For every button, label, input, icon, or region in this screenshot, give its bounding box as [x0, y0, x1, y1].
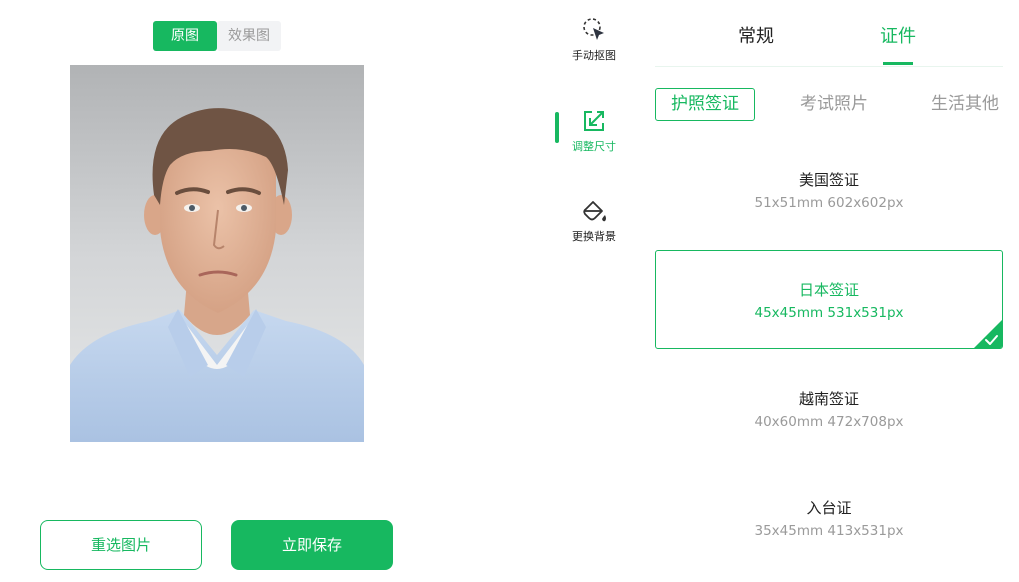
resize-icon: [584, 111, 604, 131]
tab-normal[interactable]: 常规: [738, 22, 774, 48]
subtab-passport-visa[interactable]: 护照签证: [655, 88, 755, 121]
lasso-cursor-icon: [583, 18, 604, 40]
tool-resize[interactable]: 调整尺寸: [560, 107, 628, 154]
size-option-japan-visa[interactable]: 日本签证 45x45mm 531x531px: [655, 250, 1003, 349]
preview-toggle: 原图 效果图: [153, 21, 281, 51]
tool-label: 调整尺寸: [572, 140, 616, 153]
active-tab-underline: [883, 62, 913, 65]
size-name: 越南签证: [798, 390, 859, 408]
size-spec: 51x51mm 602x602px: [754, 195, 904, 211]
portrait-photo: [70, 65, 364, 442]
tool-label: 更换背景: [572, 230, 616, 243]
size-spec: 35x45mm 413x531px: [754, 523, 904, 539]
tool-change-background[interactable]: 更换背景: [560, 197, 628, 244]
paint-bucket-icon: [583, 201, 606, 222]
size-spec: 45x45mm 531x531px: [754, 305, 904, 321]
size-spec: 40x60mm 472x708px: [754, 414, 904, 430]
active-tool-indicator: [555, 112, 559, 143]
original-view-button[interactable]: 原图: [153, 21, 217, 51]
size-name: 美国签证: [798, 171, 859, 189]
subtab-exam-photo[interactable]: 考试照片: [800, 88, 868, 121]
tab-divider: [655, 66, 1003, 67]
size-option-taiwan-entry[interactable]: 入台证 35x45mm 413x531px: [655, 497, 1003, 582]
size-name: 入台证: [806, 499, 852, 517]
effect-view-button[interactable]: 效果图: [217, 21, 281, 51]
size-name: 日本签证: [798, 281, 859, 299]
size-option-vietnam-visa[interactable]: 越南签证 40x60mm 472x708px: [655, 388, 1003, 487]
tool-label: 手动抠图: [572, 49, 616, 62]
save-now-button[interactable]: 立即保存: [231, 520, 393, 570]
reselect-image-button[interactable]: 重选图片: [40, 520, 202, 570]
app-root: 原图 效果图 重选图片 立即保存 手动抠图 调整尺寸 更换背景 常规 证件 护照…: [0, 0, 1019, 582]
tab-certificate[interactable]: 证件: [880, 22, 916, 48]
tool-manual-cutout[interactable]: 手动抠图: [560, 16, 628, 63]
selected-check-icon: [974, 320, 1002, 348]
subtab-life-other[interactable]: 生活其他: [931, 88, 999, 121]
